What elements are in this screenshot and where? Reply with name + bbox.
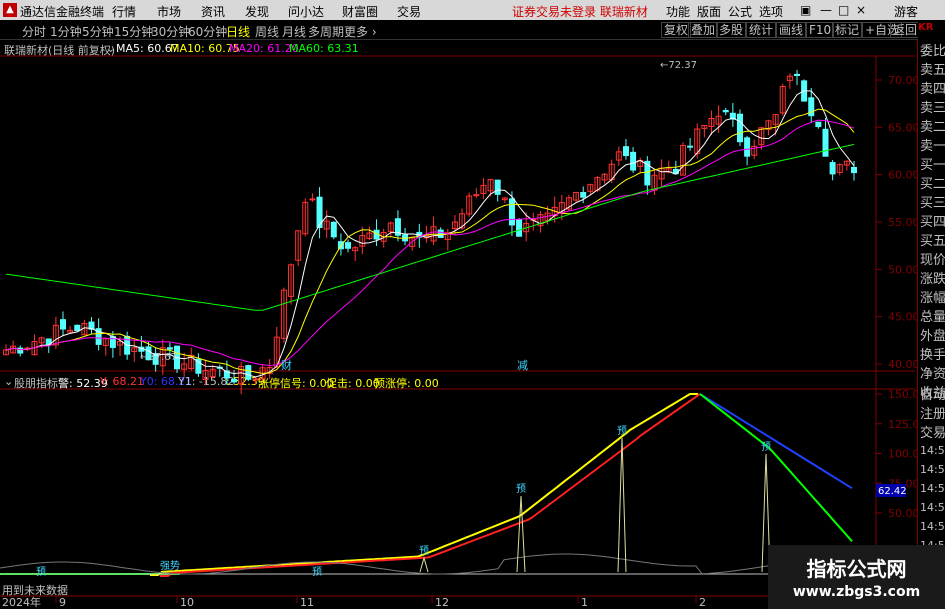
quote-row-label: 涨幅 <box>920 291 945 306</box>
candle-body <box>437 229 444 238</box>
quote-row-label: 外盘 <box>920 329 945 344</box>
candle-body <box>815 121 822 128</box>
quote-row-label: 委比 <box>920 44 945 59</box>
side-action-label[interactable]: 自动 <box>920 386 945 405</box>
ind-spike <box>419 556 429 573</box>
future-data-hint: 用到未来数据 <box>2 584 68 597</box>
candle-body <box>494 179 501 195</box>
candle-body <box>622 146 629 157</box>
ind-blue-line <box>699 393 853 490</box>
candle-body <box>309 198 316 201</box>
candle-body <box>736 113 743 143</box>
pre-signal-label: 预 <box>419 545 429 557</box>
y-tick-label: 40.00 <box>888 358 917 371</box>
watermark-title: 指标公式网 <box>806 557 907 581</box>
strong-signal-label: 强势 <box>160 559 180 572</box>
ma20-line <box>5 119 855 367</box>
ind-current-value: 62.42 <box>878 486 907 497</box>
watermark-url: www.zbgs3.com <box>792 584 921 600</box>
quote-row-label: 总量 <box>920 310 945 325</box>
candle-body <box>722 110 729 113</box>
quote-row-label: 卖一 <box>920 139 945 154</box>
ind-y-tick-label: 125.0 <box>888 418 917 431</box>
finance-marker[interactable]: 财 <box>281 358 292 372</box>
quote-row-label: 换手 <box>920 348 945 363</box>
candle-body <box>687 145 694 148</box>
quote-row-label: 买四 <box>920 215 945 230</box>
candle-body <box>245 365 252 380</box>
candle-body <box>851 166 857 174</box>
y-tick-label: 60.00 <box>888 169 917 182</box>
quote-row-label: 买三 <box>920 196 945 211</box>
watermark: 指标公式网 www.zbgs3.com <box>768 545 945 609</box>
pre-signal-label: 预 <box>312 566 322 578</box>
quote-row-label: 现价 <box>920 253 945 268</box>
ma5-line <box>5 90 855 378</box>
y-tick-label: 50.00 <box>888 263 917 276</box>
quote-row-label: 买一 <box>920 158 945 173</box>
ind-spike <box>617 437 627 573</box>
candle-body <box>74 324 81 332</box>
ind-green-line <box>699 393 853 542</box>
y-tick-label: 45.00 <box>888 311 917 324</box>
quote-row-label: 卖四 <box>920 82 945 97</box>
candle-body <box>630 151 637 171</box>
quote-row-label: 涨跌 <box>920 272 945 287</box>
kr-badge: KR <box>918 22 945 40</box>
pre-signal-label: 预 <box>761 441 771 453</box>
y-tick-label: 65.00 <box>888 121 917 134</box>
ind-spike <box>516 495 526 573</box>
candle-body <box>345 242 352 249</box>
month-label: 11 <box>300 596 314 609</box>
quote-row-label: 买五 <box>920 234 945 249</box>
side-action-label[interactable]: 交易 <box>920 424 945 443</box>
candle-body <box>829 162 836 175</box>
candle-body <box>330 221 337 238</box>
y-tick-label: 55.00 <box>888 216 917 229</box>
high-price-label: ←72.37 <box>660 60 697 71</box>
candle-body <box>744 137 751 157</box>
candle-body <box>60 319 67 330</box>
ma60-line <box>5 143 855 311</box>
candle-body <box>252 378 259 381</box>
month-label: 10 <box>180 596 194 609</box>
trade-time: 14:56 <box>920 463 945 476</box>
y-tick-label: 70.00 <box>888 74 917 87</box>
month-label: 2 <box>699 596 706 609</box>
trade-time: 14:56 <box>920 444 945 457</box>
side-action-label[interactable]: 注册 <box>920 405 945 424</box>
pre-signal-label: 预 <box>516 483 526 495</box>
trade-time: 14:56 <box>920 501 945 514</box>
ind-y-tick-label: 100.0 <box>888 448 917 461</box>
quote-row-label: 卖五 <box>920 63 945 78</box>
trade-time: 14:56 <box>920 482 945 495</box>
low-price-label: ←37.67 <box>140 352 177 363</box>
quote-row-label: 买二 <box>920 177 945 192</box>
candle-body <box>516 219 523 237</box>
quote-row-label: 净资 <box>920 367 945 382</box>
ind-y-tick-label: 150.0 <box>888 388 917 401</box>
reduce-marker[interactable]: 减 <box>517 359 528 372</box>
candle-body <box>508 198 515 226</box>
pre-signal-label: 预 <box>36 566 46 578</box>
candle-body <box>231 378 238 383</box>
trade-time: 14:56 <box>920 520 945 533</box>
ma10-line <box>5 108 855 374</box>
quote-row-label: 卖二 <box>920 120 945 135</box>
month-label: 12 <box>435 596 449 609</box>
pre-signal-label: 预 <box>617 425 627 437</box>
candle-body <box>822 128 829 157</box>
candle-body <box>580 192 587 198</box>
candle-body <box>166 347 173 350</box>
month-label: 1 <box>581 596 588 609</box>
candle-body <box>793 73 800 76</box>
kline-chart[interactable]: 70.0065.0060.0055.0050.0045.0040.00 150.… <box>0 0 917 609</box>
ind-y-tick-label: 50.00 <box>888 507 917 520</box>
quote-panel: 委比 卖五 卖四 卖三 卖二 卖一 买一 买二 买三 买四 买五 现价 涨跌 涨幅 总量 外盘 换手 净资 收益 自动… <box>917 40 945 609</box>
quote-row-label: 卖三 <box>920 101 945 116</box>
